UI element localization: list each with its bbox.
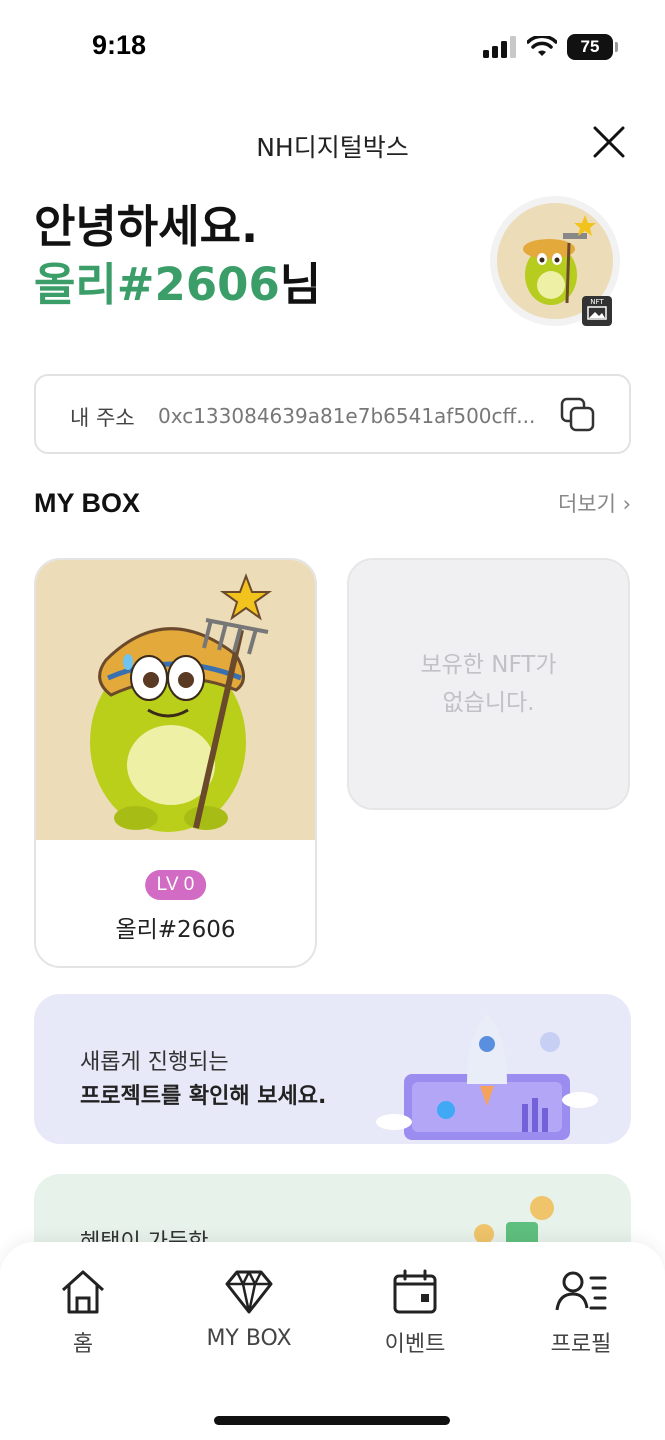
nft-card[interactable]: LV 0 올리#2606: [34, 558, 317, 968]
nft-image-badge: NFT: [582, 296, 612, 326]
project-banner[interactable]: 새롭게 진행되는 프로젝트를 확인해 보세요.: [34, 994, 631, 1144]
close-icon[interactable]: [589, 122, 629, 162]
banner-title: 프로젝트를 확인해 보세요.: [80, 1084, 327, 1109]
empty-line-1: 보유한 NFT가: [420, 652, 557, 678]
status-time: 9:18: [92, 30, 147, 60]
tab-profile-label: 프로필: [550, 1332, 612, 1357]
tab-event[interactable]: 이벤트: [345, 1268, 485, 1358]
mybox-section-title: MY BOX: [34, 488, 141, 518]
greeting-hello: 안녕하세요.: [34, 200, 259, 253]
more-link[interactable]: 더보기 ›: [558, 488, 631, 518]
level-badge: LV 0: [144, 870, 207, 900]
calendar-icon: [393, 1269, 437, 1314]
address-label: 내 주소: [70, 406, 135, 430]
tab-profile[interactable]: 프로필: [511, 1268, 651, 1358]
tab-event-label: 이벤트: [384, 1332, 446, 1357]
status-bar: 9:18 75: [0, 0, 665, 100]
tab-mybox-label: MY BOX: [206, 1326, 292, 1351]
empty-line-2: 없습니다.: [442, 690, 535, 716]
home-indicator: [214, 1416, 450, 1425]
home-icon: [61, 1270, 105, 1314]
wallet-address-field: 내 주소 0xc133084639a81e7b6541af500cff...: [34, 374, 631, 454]
diamond-icon: [225, 1270, 273, 1314]
honorific: 님: [279, 258, 322, 311]
copy-icon[interactable]: [559, 396, 597, 434]
page-title: NH디지털박스: [256, 133, 409, 162]
wifi-icon: [527, 36, 557, 56]
image-icon: [587, 306, 607, 320]
tab-home-label: 홈: [72, 1332, 94, 1357]
profile-list-icon: [555, 1271, 607, 1311]
nft-badge-label: NFT: [590, 298, 604, 306]
empty-nft-message: 보유한 NFT가 없습니다.: [420, 646, 556, 722]
user-name: 올리#2606: [34, 258, 280, 311]
battery-indicator: 75: [567, 34, 618, 60]
status-icons: 75: [483, 34, 618, 60]
bottom-tab-bar: 홈 MY BOX 이벤트 프로필: [0, 1242, 665, 1440]
rocket-illustration: [376, 1014, 598, 1140]
header: NH디지털박스: [0, 118, 665, 168]
greeting-user: 올리#2606님: [34, 256, 321, 314]
tab-home[interactable]: 홈: [13, 1268, 153, 1358]
nft-card-image: [36, 560, 315, 840]
empty-nft-card: 보유한 NFT가 없습니다.: [347, 558, 630, 810]
banner-subtitle: 새롭게 진행되는: [80, 1050, 229, 1075]
character-illustration: [90, 573, 273, 832]
signal-icon: [483, 36, 516, 58]
greeting: 안녕하세요. 올리#2606님: [34, 198, 321, 314]
address-value: 0xc133084639a81e7b6541af500cff...: [158, 404, 536, 428]
nft-name: 올리#2606: [115, 917, 236, 943]
tab-mybox[interactable]: MY BOX: [179, 1268, 319, 1351]
